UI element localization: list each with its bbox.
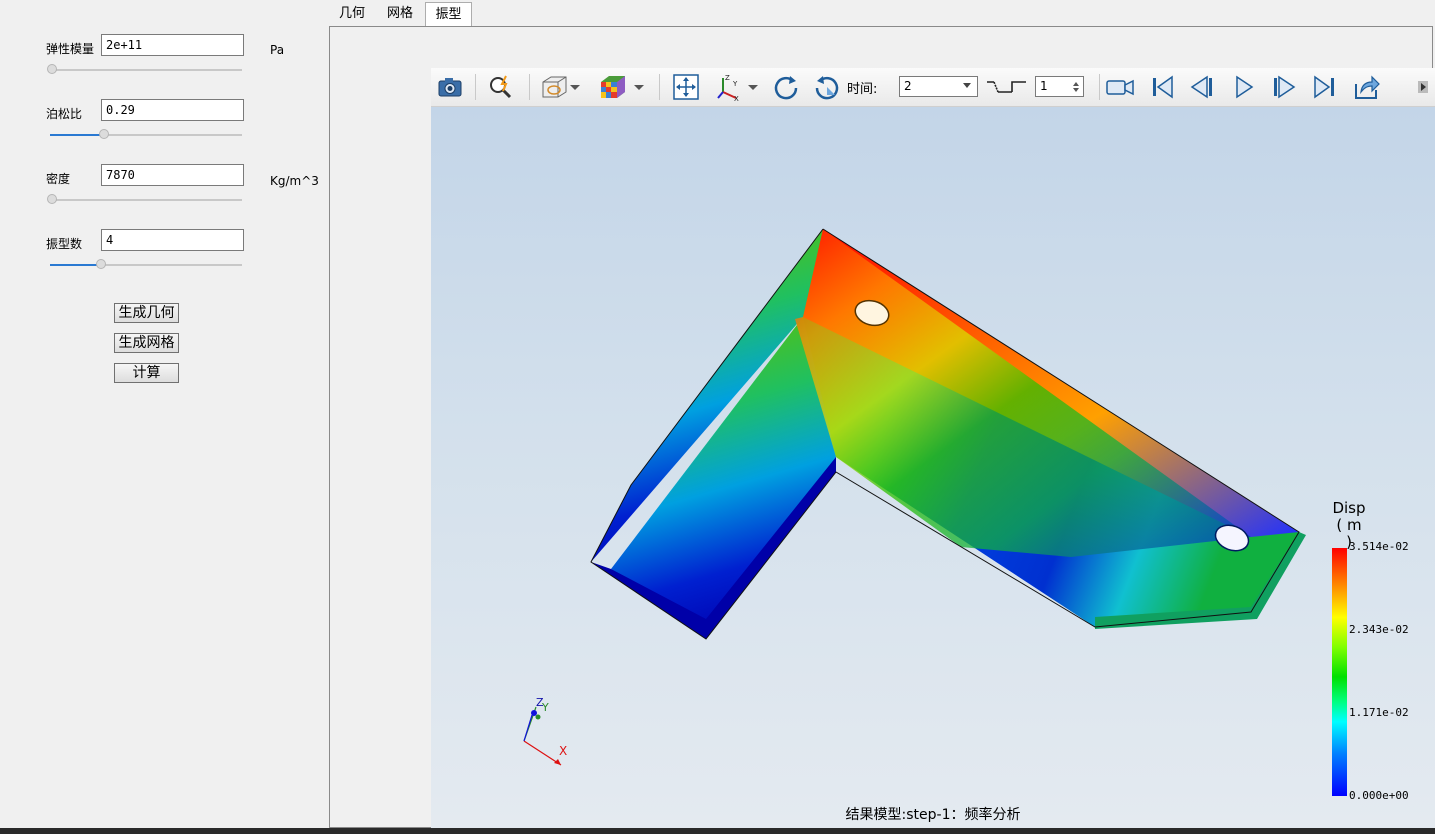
3d-viewport[interactable]: Z Y X Disp ( m ) 3.514e-02 2.343e-02 1.1… [431, 107, 1435, 828]
color-cube-icon[interactable] [598, 72, 628, 102]
time-select-value: 2 [904, 79, 912, 93]
generate-mesh-button[interactable]: 生成网格 [114, 333, 179, 353]
mode-count-input[interactable]: 4 [101, 229, 244, 251]
record-video-icon[interactable] [1105, 72, 1135, 102]
fem-model [590, 228, 1306, 640]
legend-mid-low-label: 1.171e-02 [1349, 706, 1409, 719]
status-bar [0, 828, 1435, 834]
first-frame-icon[interactable] [1147, 72, 1177, 102]
legend-min-label: 0.000e+00 [1349, 789, 1409, 802]
viewer-toolbar: ZYX 时间: 2 1 [431, 68, 1435, 107]
spin-up-icon[interactable] [1073, 82, 1079, 86]
axis-x-label: X [559, 744, 568, 758]
slider-handle[interactable] [47, 64, 57, 74]
youngs-modulus-label: 弹性模量 [46, 42, 95, 56]
tab-geometry[interactable]: 几何 [329, 2, 375, 26]
zoom-fit-icon[interactable] [486, 72, 516, 102]
poisson-ratio-input[interactable]: 0.29 [101, 99, 244, 121]
result-caption: 结果模型:step-1：频率分析 [845, 807, 1021, 823]
rotate-ccw-icon[interactable] [812, 72, 842, 102]
pan-icon[interactable] [671, 72, 701, 102]
density-label: 密度 [46, 172, 71, 186]
view-style-icon[interactable] [539, 72, 569, 102]
more-icon[interactable] [1415, 72, 1431, 102]
poisson-ratio-label: 泊松比 [46, 107, 83, 121]
chevron-down-icon[interactable] [567, 72, 583, 102]
chevron-down-icon[interactable] [631, 72, 647, 102]
svg-text:Z: Z [725, 74, 730, 82]
step-icon [986, 78, 1028, 96]
export-icon[interactable] [1352, 72, 1382, 102]
time-select[interactable]: 2 [899, 76, 978, 97]
legend-max-label: 3.514e-02 [1349, 540, 1409, 553]
svg-text:Y: Y [732, 80, 738, 88]
next-frame-icon[interactable] [1269, 72, 1299, 102]
axis-y-label: Y [542, 701, 549, 714]
legend-title-name: Disp [1332, 499, 1366, 517]
slider-handle[interactable] [96, 259, 106, 269]
slider-handle[interactable] [47, 194, 57, 204]
axes-orient-icon[interactable]: ZYX [714, 72, 744, 102]
tab-bar: 几何 网格 振型 [329, 0, 1435, 27]
chevron-down-icon [963, 83, 971, 88]
time-label: 时间: [847, 82, 878, 97]
density-unit: Kg/m^3 [270, 174, 319, 188]
parameter-panel: 弹性模量 2e+11 Pa 泊松比 0.29 密度 7870 Kg/m^3 振型… [0, 0, 329, 834]
last-frame-icon[interactable] [1310, 72, 1340, 102]
camera-icon[interactable] [435, 72, 465, 102]
density-input[interactable]: 7870 [101, 164, 244, 186]
slider-handle[interactable] [99, 129, 109, 139]
generate-geometry-button[interactable]: 生成几何 [114, 303, 179, 323]
poisson-ratio-slider[interactable] [50, 129, 242, 141]
legend-mid-high-label: 2.343e-02 [1349, 623, 1409, 636]
youngs-modulus-unit: Pa [270, 43, 285, 57]
play-icon[interactable] [1229, 72, 1259, 102]
youngs-modulus-slider[interactable] [47, 64, 242, 76]
step-spinbox-value: 1 [1040, 79, 1048, 93]
mode-count-slider[interactable] [50, 259, 242, 271]
tab-mesh[interactable]: 网格 [377, 2, 423, 26]
legend-color-bar [1332, 548, 1347, 796]
step-spinbox[interactable]: 1 [1035, 76, 1084, 97]
chevron-down-icon[interactable] [745, 72, 761, 102]
tab-mode-shape[interactable]: 振型 [425, 2, 472, 27]
svg-text:X: X [734, 95, 739, 102]
compute-button[interactable]: 计算 [114, 363, 179, 383]
spin-down-icon[interactable] [1073, 88, 1079, 92]
mode-count-label: 振型数 [46, 237, 83, 251]
prev-frame-icon[interactable] [1187, 72, 1217, 102]
density-slider[interactable] [47, 194, 242, 206]
rotate-cw-icon[interactable] [771, 72, 801, 102]
youngs-modulus-input[interactable]: 2e+11 [101, 34, 244, 56]
